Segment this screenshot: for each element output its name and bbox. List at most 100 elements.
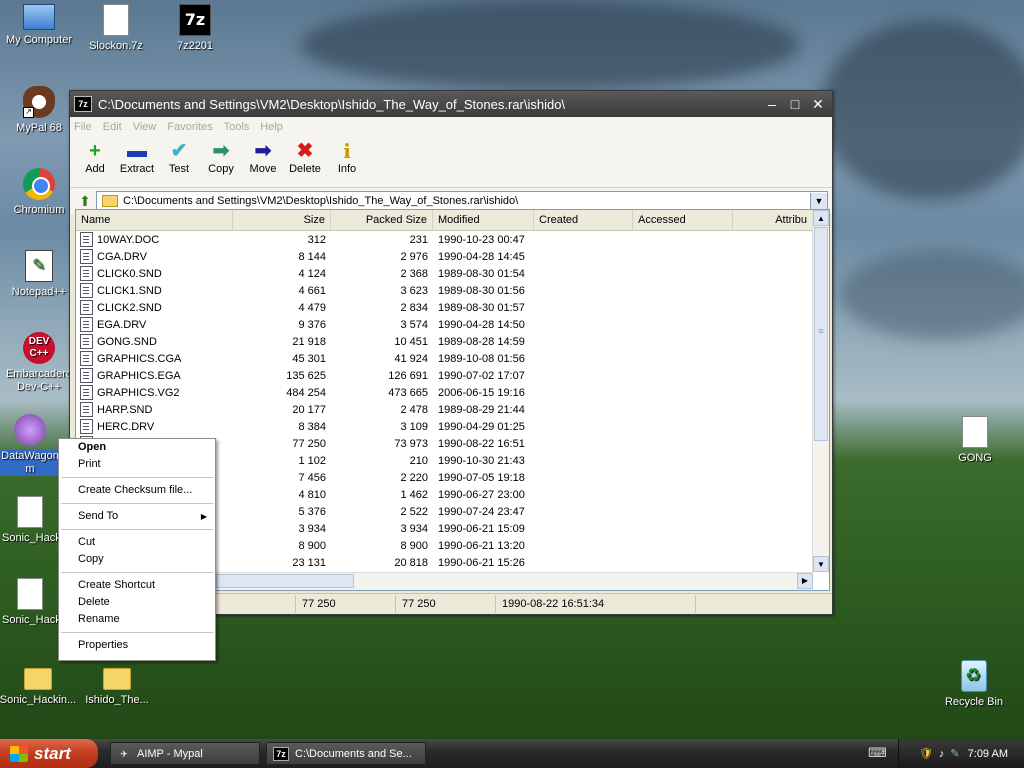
menu-item-create-shortcut[interactable]: Create Shortcut: [59, 577, 215, 594]
packed-size-cell: 3 574: [400, 318, 428, 331]
info-button[interactable]: i Info: [326, 139, 368, 185]
status-modified: 1990-08-22 16:51:34: [496, 595, 696, 613]
desktop-icon-sonic-folder[interactable]: Sonic_Hackin...: [0, 660, 78, 707]
tool-label: Add: [85, 163, 105, 175]
file-icon: [80, 368, 93, 383]
desktop-icon-slockon[interactable]: Slockon.7z: [76, 4, 156, 53]
menu-favorites[interactable]: Favorites: [167, 121, 212, 133]
table-row[interactable]: CLICK1.SND 4 661 3 623 1989-08-30 01:56: [76, 282, 829, 299]
title-bar[interactable]: 7z C:\Documents and Settings\VM2\Desktop…: [70, 91, 832, 117]
table-row[interactable]: GRAPHICS.VG2 484 254 473 665 2006-06-15 19:…: [76, 384, 829, 401]
size-cell: 8 900: [298, 539, 326, 552]
menu-item-send-to[interactable]: Send To ▶: [59, 508, 215, 525]
maximize-button[interactable]: □: [785, 95, 805, 113]
taskbar-button-aimp[interactable]: ✈ AIMP - Mypal: [110, 742, 260, 765]
start-button[interactable]: start: [0, 739, 98, 768]
desktop-icon-notepadpp[interactable]: Notepad++: [0, 250, 79, 299]
address-text: C:\Documents and Settings\VM2\Desktop\Is…: [123, 195, 519, 207]
menu-item-open[interactable]: Open: [59, 439, 215, 456]
table-row[interactable]: 10WAY.DOC 312 231 1990-10-23 00:47: [76, 231, 829, 248]
vertical-scrollbar[interactable]: ▲ ≡ ▼: [812, 210, 829, 572]
file-name-cell: GRAPHICS.CGA: [76, 351, 233, 366]
size-cell: 45 301: [292, 352, 326, 365]
desktop-icon-gong[interactable]: GONG: [935, 416, 1015, 465]
taskbar-button-7zip[interactable]: 7z C:\Documents and Se...: [266, 742, 426, 765]
menu-item-properties[interactable]: Properties: [59, 637, 215, 654]
table-row[interactable]: CLICK2.SND 4 479 2 834 1989-08-30 01:57: [76, 299, 829, 316]
add-button[interactable]: + Add: [74, 139, 116, 185]
move-button[interactable]: ➡ Move: [242, 139, 284, 185]
table-row[interactable]: GONG.SND 21 918 10 451 1989-08-28 14:59: [76, 333, 829, 350]
scroll-right-button[interactable]: ▶: [797, 573, 813, 589]
up-folder-button[interactable]: ⬆: [74, 191, 96, 211]
file-name-cell: HERC.DRV: [76, 419, 233, 434]
column-header-size[interactable]: Size: [233, 210, 331, 230]
horizontal-scroll-thumb[interactable]: [216, 574, 354, 588]
column-header-packed-size[interactable]: Packed Size: [331, 210, 433, 230]
menu-item-delete[interactable]: Delete: [59, 594, 215, 611]
column-header-row: Name Size Packed Size Modified Created A…: [76, 210, 829, 231]
menu-help[interactable]: Help: [260, 121, 283, 133]
modified-cell: 1990-08-22 16:51: [438, 437, 525, 450]
table-row[interactable]: HERC.DRV 8 384 3 109 1990-04-29 01:25: [76, 418, 829, 435]
minimize-button[interactable]: –: [762, 95, 782, 113]
desktop-icon-recycle-bin[interactable]: Recycle Bin: [934, 660, 1014, 709]
desktop-icon-label: Slockon.7z: [89, 40, 143, 52]
desktop-icon-my-computer[interactable]: My Computer: [0, 4, 79, 47]
copy-button[interactable]: ➡ Copy: [200, 139, 242, 185]
menu-item-label: Send To: [78, 510, 119, 522]
desktop-icon-mypal[interactable]: ↗ MyPal 68: [0, 86, 79, 135]
menu-edit[interactable]: Edit: [103, 121, 122, 133]
menu-separator: [61, 477, 213, 478]
column-header-name[interactable]: Name: [76, 210, 233, 230]
extract-button[interactable]: ▬ Extract: [116, 139, 158, 185]
menu-item-cut[interactable]: Cut: [59, 534, 215, 551]
table-row[interactable]: CGA.DRV 8 144 2 976 1990-04-28 14:45: [76, 248, 829, 265]
test-button[interactable]: ✔ Test: [158, 139, 200, 185]
tool-label: Extract: [119, 163, 155, 175]
column-header-accessed[interactable]: Accessed: [633, 210, 733, 230]
column-header-attributes[interactable]: Attribu: [733, 210, 813, 230]
tray-app-icon[interactable]: ✎: [950, 747, 959, 760]
table-row[interactable]: CLICK0.SND 4 124 2 368 1989-08-30 01:54: [76, 265, 829, 282]
menu-tools[interactable]: Tools: [224, 121, 250, 133]
table-row[interactable]: GRAPHICS.EGA 135 625 126 691 1990-07-02 17:…: [76, 367, 829, 384]
audio-icon[interactable]: ♪: [939, 748, 945, 760]
chevron-down-icon[interactable]: ▼: [810, 192, 827, 210]
scroll-up-button[interactable]: ▲: [813, 210, 829, 226]
menu-item-copy[interactable]: Copy: [59, 551, 215, 568]
scroll-thumb[interactable]: ≡: [814, 227, 828, 441]
menu-item-print[interactable]: Print: [59, 456, 215, 473]
menu-item-label: Delete: [78, 596, 110, 608]
column-header-created[interactable]: Created: [534, 210, 633, 230]
modified-cell: 1990-07-24 23:47: [438, 505, 525, 518]
delete-button[interactable]: ✖ Delete: [284, 139, 326, 185]
menu-item-create-checksum-file[interactable]: Create Checksum file...: [59, 482, 215, 499]
file-name: CGA.DRV: [97, 250, 147, 263]
scroll-down-button[interactable]: ▼: [813, 556, 829, 572]
desktop-icon-ishido-folder[interactable]: Ishido_The...: [77, 660, 157, 707]
size-cell: 21 918: [292, 335, 326, 348]
menu-file[interactable]: File: [74, 121, 92, 133]
close-button[interactable]: ✕: [808, 95, 828, 113]
mypal-icon: ↗: [23, 86, 55, 118]
table-row[interactable]: HARP.SND 20 177 2 478 1989-08-29 21:44: [76, 401, 829, 418]
keyboard-icon[interactable]: ⌨: [868, 745, 887, 761]
desktop-icon-chromium[interactable]: Chromium: [0, 168, 79, 217]
packed-size-cell: 41 924: [394, 352, 428, 365]
menu-separator: [61, 503, 213, 504]
column-header-modified[interactable]: Modified: [433, 210, 534, 230]
desktop-icon-label: Recycle Bin: [944, 696, 1004, 708]
desktop-icon-label: GONG: [958, 452, 992, 464]
table-row[interactable]: EGA.DRV 9 376 3 574 1990-04-28 14:50: [76, 316, 829, 333]
file-name-cell: CGA.DRV: [76, 249, 233, 264]
clock[interactable]: 7:09 AM: [968, 748, 1008, 760]
file-name: GRAPHICS.VG2: [97, 386, 180, 399]
shield-icon[interactable]: 🛡: [919, 747, 933, 760]
menu-item-rename[interactable]: Rename: [59, 611, 215, 628]
7zip-app-icon[interactable]: 7z: [74, 96, 92, 112]
table-row[interactable]: GRAPHICS.CGA 45 301 41 924 1989-10-08 01:56: [76, 350, 829, 367]
desktop-icon-7z2201[interactable]: 7z 7z2201: [155, 4, 235, 53]
menu-view[interactable]: View: [133, 121, 157, 133]
desktop-icon-devcpp[interactable]: DEV C++ Embarcadero Dev-C++: [0, 332, 79, 394]
